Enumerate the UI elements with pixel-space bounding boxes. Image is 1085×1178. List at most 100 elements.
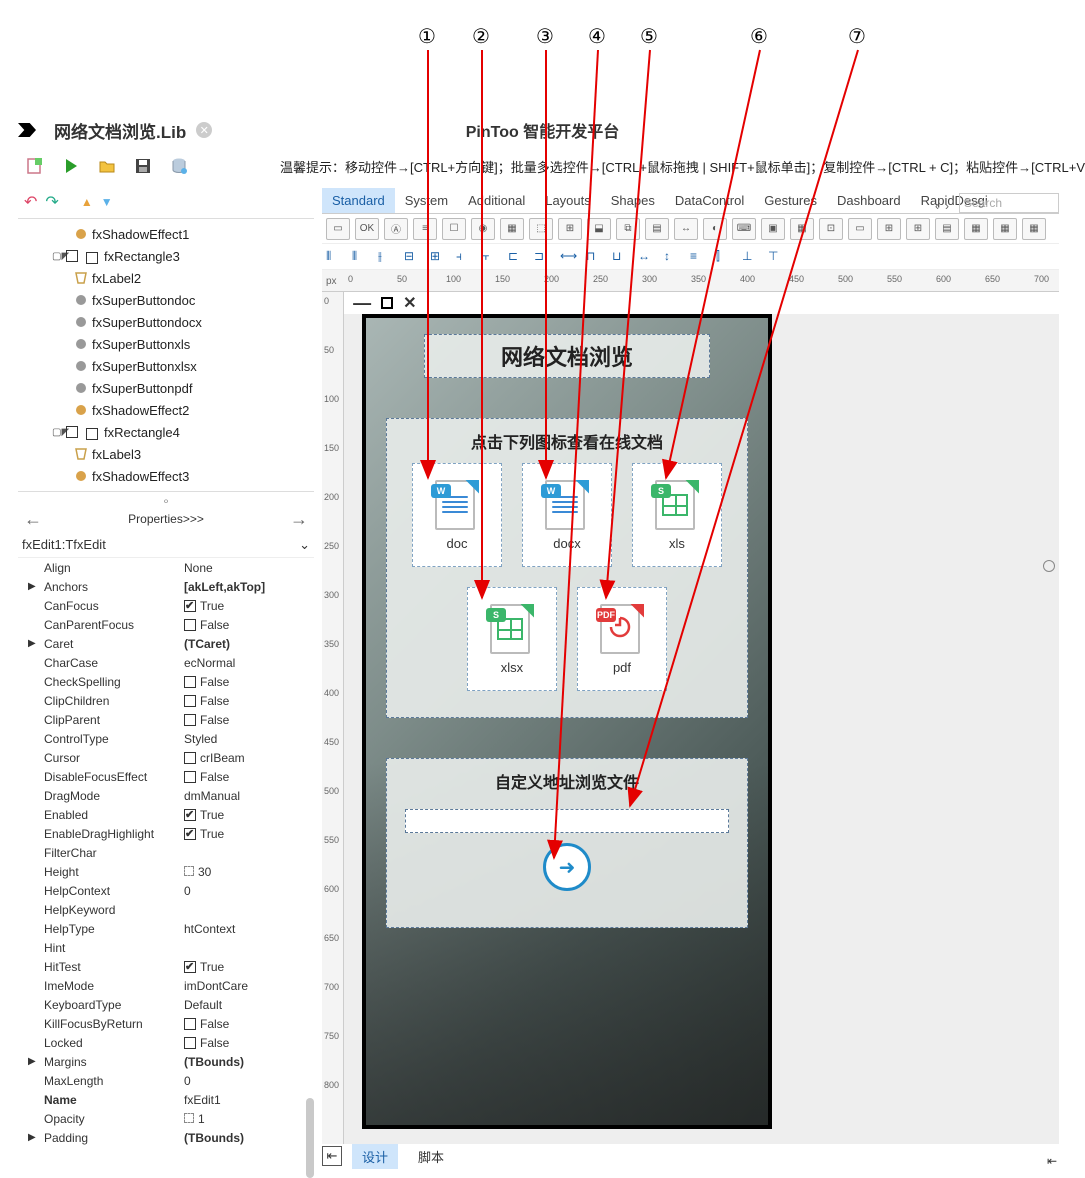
property-row[interactable]: EnabledTrue <box>18 805 314 824</box>
palette-component[interactable]: ▦ <box>964 218 988 240</box>
palette-component[interactable]: ⌨ <box>732 218 756 240</box>
palette-component[interactable]: ◐ <box>703 218 727 240</box>
property-value[interactable]: (TBounds) <box>184 1131 314 1145</box>
file-type-card-docx[interactable]: Wdocx <box>522 463 612 567</box>
component-tree[interactable]: fxShadowEffect1▢◤fxRectangle3fxLabel2fxS… <box>18 221 314 489</box>
close-document-button[interactable]: ✕ <box>196 122 212 138</box>
property-value[interactable]: (TCaret) <box>184 637 314 651</box>
align-tool[interactable]: ⫴ <box>352 249 368 265</box>
align-tool[interactable]: ⊤ <box>768 249 784 265</box>
file-type-card-xlsx[interactable]: Sxlsx <box>467 587 557 691</box>
component-tab[interactable]: Standard <box>322 188 395 213</box>
tab-script[interactable]: 脚本 <box>408 1144 454 1169</box>
palette-component[interactable]: ▣ <box>761 218 785 240</box>
tree-item[interactable]: fxSuperButtondocx <box>24 311 314 333</box>
tree-item[interactable]: fxSuperButtonpdf <box>24 377 314 399</box>
palette-component[interactable]: ↔ <box>674 218 698 240</box>
property-row[interactable]: HelpContext0 <box>18 881 314 900</box>
property-row[interactable]: CursorcrIBeam <box>18 748 314 767</box>
property-value[interactable]: False <box>184 770 314 784</box>
property-value[interactable]: True <box>184 599 314 613</box>
prev-arrow-icon[interactable]: ← <box>24 509 42 530</box>
collapse-left-icon[interactable]: ⇤ <box>322 1146 342 1166</box>
property-row[interactable]: CanParentFocusFalse <box>18 615 314 634</box>
palette-component[interactable]: Ⓐ <box>384 218 408 240</box>
tree-item[interactable]: fxShadowEffect3 <box>24 465 314 487</box>
tree-item[interactable]: fxLabel3 <box>24 443 314 465</box>
palette-component[interactable]: ⊞ <box>558 218 582 240</box>
component-tab[interactable]: Layouts <box>535 188 601 213</box>
property-row[interactable]: CheckSpellingFalse <box>18 672 314 691</box>
palette-component[interactable]: ≡ <box>413 218 437 240</box>
next-arrow-icon[interactable]: → <box>290 509 308 530</box>
align-tool[interactable]: ⊓ <box>586 249 602 265</box>
property-row[interactable]: ControlTypeStyled <box>18 729 314 748</box>
property-row[interactable]: Hint <box>18 938 314 957</box>
property-value[interactable]: Default <box>184 998 314 1012</box>
align-tool[interactable]: ≡ <box>690 249 706 265</box>
property-row[interactable]: ImeModeimDontCare <box>18 976 314 995</box>
palette-component[interactable]: ▤ <box>645 218 669 240</box>
tree-item[interactable]: fxLabel2 <box>24 267 314 289</box>
palette-component[interactable]: ▦ <box>1022 218 1046 240</box>
icon-grid-panel[interactable]: 点击下列图标查看在线文档 WdocWdocxSxlsSxlsxPDFpdf <box>386 418 748 718</box>
new-icon[interactable] <box>26 157 44 175</box>
property-row[interactable]: HelpKeyword <box>18 900 314 919</box>
property-row[interactable]: KeyboardTypeDefault <box>18 995 314 1014</box>
align-tool[interactable]: ↔ <box>638 249 654 265</box>
property-row[interactable]: DisableFocusEffectFalse <box>18 767 314 786</box>
file-type-card-doc[interactable]: Wdoc <box>412 463 502 567</box>
side-handle-icon[interactable] <box>1043 560 1055 572</box>
open-folder-icon[interactable] <box>98 157 116 175</box>
palette-component[interactable]: ▦ <box>790 218 814 240</box>
splitter-handle[interactable]: ∘ <box>18 494 314 506</box>
property-value[interactable]: True <box>184 827 314 841</box>
property-row[interactable]: CanFocusTrue <box>18 596 314 615</box>
align-tool[interactable]: ↕ <box>664 249 680 265</box>
palette-component[interactable]: ⧉ <box>616 218 640 240</box>
property-value[interactable]: dmManual <box>184 789 314 803</box>
run-icon[interactable] <box>62 157 80 175</box>
property-row[interactable]: HelpTypehtContext <box>18 919 314 938</box>
tab-next-icon[interactable]: › <box>945 199 949 213</box>
property-value[interactable]: False <box>184 713 314 727</box>
property-row[interactable]: ▶Caret(TCaret) <box>18 634 314 653</box>
property-value[interactable]: ecNormal <box>184 656 314 670</box>
align-tool[interactable]: ⊐ <box>534 249 550 265</box>
palette-component[interactable]: ▦ <box>993 218 1017 240</box>
chevron-down-icon[interactable]: ⌄ <box>299 537 310 553</box>
tree-item[interactable]: fxShadowEffect2 <box>24 399 314 421</box>
property-value[interactable]: False <box>184 694 314 708</box>
align-tool[interactable]: ⊔ <box>612 249 628 265</box>
property-value[interactable]: imDontCare <box>184 979 314 993</box>
component-tab[interactable]: DataControl <box>665 188 754 213</box>
component-search-input[interactable]: Search <box>959 193 1059 213</box>
property-value[interactable]: False <box>184 618 314 632</box>
property-value[interactable]: False <box>184 1036 314 1050</box>
tab-design[interactable]: 设计 <box>352 1144 398 1169</box>
property-row[interactable]: ▶Anchors[akLeft,akTop] <box>18 577 314 596</box>
palette-component[interactable]: OK <box>355 218 379 240</box>
property-value[interactable]: 0 <box>184 1074 314 1088</box>
property-row[interactable]: ClipChildrenFalse <box>18 691 314 710</box>
align-tool[interactable]: ⊟ <box>404 249 420 265</box>
collapse-right-icon[interactable]: ⇤ <box>1047 1154 1057 1168</box>
property-value[interactable]: htContext <box>184 922 314 936</box>
redo-icon[interactable]: ↷ <box>45 192 58 212</box>
property-value[interactable]: 0 <box>184 884 314 898</box>
property-value[interactable]: crIBeam <box>184 751 314 765</box>
property-row[interactable]: KillFocusByReturnFalse <box>18 1014 314 1033</box>
property-row[interactable]: FilterChar <box>18 843 314 862</box>
palette-component[interactable]: ⊞ <box>906 218 930 240</box>
move-down-icon[interactable]: ▼ <box>101 195 113 209</box>
property-row[interactable]: ▶Margins(TBounds) <box>18 1052 314 1071</box>
align-tool[interactable]: ⫿ <box>716 249 732 265</box>
component-tab[interactable]: Shapes <box>601 188 665 213</box>
align-tool[interactable]: ⊏ <box>508 249 524 265</box>
align-tool[interactable]: ⫟ <box>482 249 498 265</box>
url-input[interactable] <box>405 809 729 833</box>
property-value[interactable]: fxEdit1 <box>184 1093 314 1107</box>
tree-item[interactable]: fxShadowEffect1 <box>24 223 314 245</box>
palette-component[interactable]: ▦ <box>500 218 524 240</box>
palette-component[interactable]: ▭ <box>848 218 872 240</box>
